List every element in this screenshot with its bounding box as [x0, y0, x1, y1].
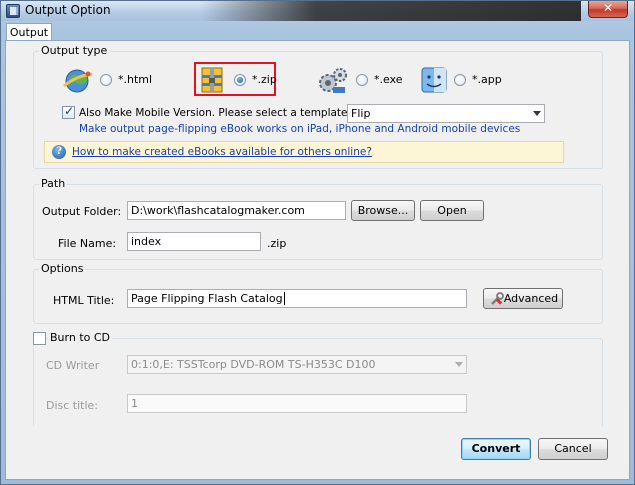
tools-icon [491, 292, 504, 305]
radio-app-label[interactable]: *.app [472, 73, 502, 86]
path-group-label: Path [39, 177, 68, 190]
title-bar[interactable]: Output Option ✕ [1, 1, 634, 21]
background-strip [201, 1, 581, 21]
browse-button[interactable]: Browse... [351, 200, 415, 221]
info-icon: ? [52, 145, 66, 159]
cd-writer-select: 0:1:0,E: TSSTcorp DVD-ROM TS-H353C D100 [127, 355, 467, 374]
cd-writer-label: CD Writer [46, 359, 100, 372]
burn-cd-label[interactable]: Burn to CD [48, 331, 113, 344]
file-name-label: File Name: [58, 237, 117, 250]
app-icon [6, 4, 20, 18]
gears-icon [319, 68, 347, 93]
mobile-template-value: Flip [351, 107, 371, 120]
output-folder-input[interactable]: D:\work\flashcatalogmaker.com [127, 201, 346, 220]
radio-app[interactable] [454, 74, 466, 86]
html-title-value: Page Flipping Flash Catalog [131, 292, 283, 305]
zip-archive-icon [201, 67, 223, 93]
chevron-down-icon[interactable] [533, 111, 541, 116]
options-group: Options HTML Title: Page Flipping Flash … [33, 262, 603, 324]
output-folder-label: Output Folder: [42, 205, 122, 218]
convert-button[interactable]: Convert [461, 438, 531, 460]
mobile-template-select[interactable]: Flip [347, 104, 545, 123]
output-type-group-label: Output type [39, 44, 110, 57]
radio-html[interactable] [100, 74, 112, 86]
file-extension: .zip [267, 237, 287, 250]
radio-exe[interactable] [356, 74, 368, 86]
globe-icon [63, 69, 93, 93]
open-button[interactable]: Open [420, 200, 484, 221]
info-bar: ? How to make created eBooks available f… [44, 141, 564, 163]
path-group: Path Output Folder: D:\work\flashcatalog… [33, 177, 603, 260]
radio-zip[interactable] [234, 74, 246, 86]
text-cursor [283, 292, 285, 305]
html-title-input[interactable]: Page Flipping Flash Catalog [127, 289, 467, 308]
help-link[interactable]: How to make created eBooks available for… [72, 146, 372, 158]
mobile-note: Make output page-flipping eBook works on… [79, 123, 521, 135]
cd-writer-value: 0:1:0,E: TSSTcorp DVD-ROM TS-H353C D100 [131, 358, 376, 371]
burn-cd-group: Burn to CD CD Writer 0:1:0,E: TSSTcorp D… [33, 331, 603, 426]
window-title: Output Option [25, 3, 111, 17]
disc-title-label: Disc title: [46, 399, 99, 412]
chevron-down-icon [455, 362, 463, 367]
tab-output[interactable]: Output [6, 23, 52, 41]
html-title-label: HTML Title: [53, 294, 115, 307]
burn-cd-checkbox[interactable] [33, 332, 46, 345]
cancel-button[interactable]: Cancel [538, 438, 608, 460]
disc-title-input: 1 [127, 394, 467, 413]
radio-html-label[interactable]: *.html [118, 73, 152, 86]
output-type-group: Output type *.html *.zip *.exe *.app ✓ A… [33, 44, 603, 169]
advanced-label: Advanced [503, 292, 559, 305]
radio-exe-label[interactable]: *.exe [374, 73, 403, 86]
file-name-input[interactable]: index [127, 232, 261, 251]
mobile-version-checkbox[interactable] [62, 104, 75, 119]
options-group-label: Options [39, 262, 86, 275]
radio-zip-label[interactable]: *.zip [252, 73, 277, 86]
output-option-window: Output Option ✕ Output Output type *.htm… [0, 0, 635, 485]
dialog-client-area: Output type *.html *.zip *.exe *.app ✓ A… [5, 40, 630, 480]
close-button[interactable]: ✕ [588, 1, 628, 18]
mac-finder-icon [421, 67, 447, 93]
advanced-button[interactable]: Advanced [483, 288, 563, 309]
